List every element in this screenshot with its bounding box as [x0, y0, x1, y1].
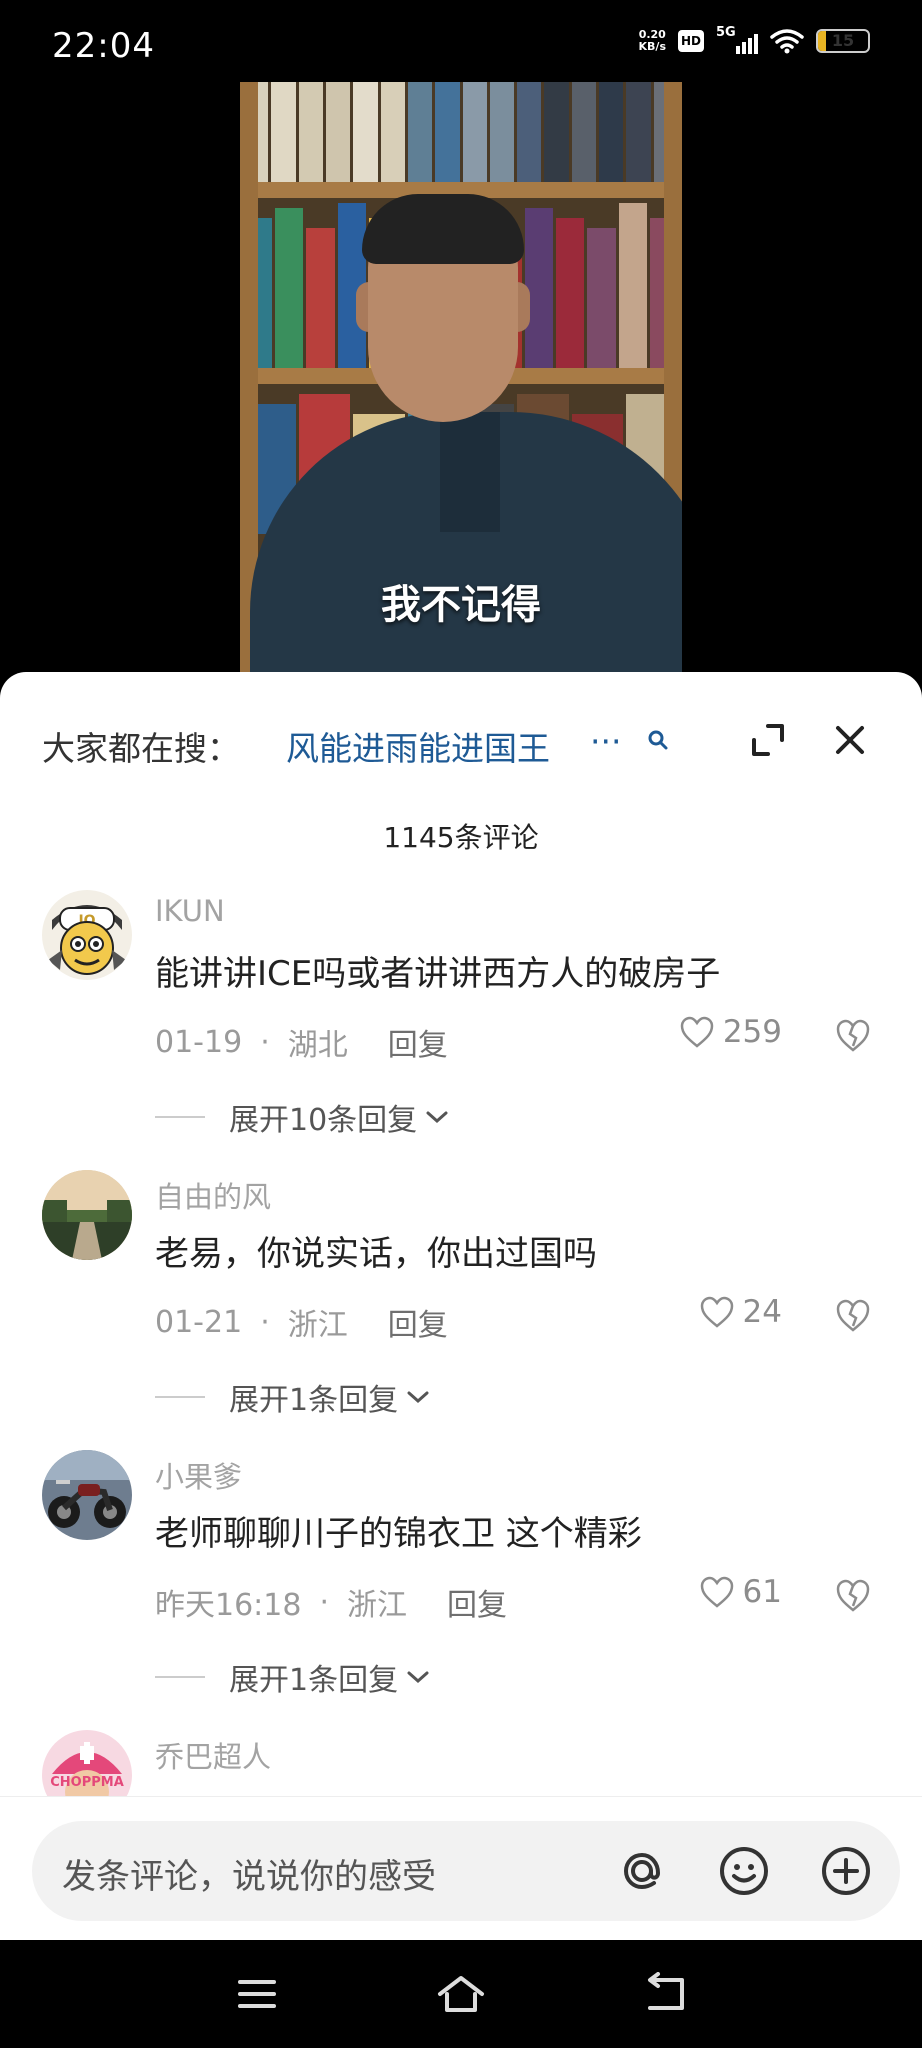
comment-location: 湖北 — [287, 1028, 348, 1063]
expand-replies-button[interactable]: 展开10条回复 — [155, 1095, 449, 1139]
comment-username[interactable]: 乔巴超人 — [155, 1734, 271, 1776]
chevron-down-icon — [426, 1111, 448, 1124]
comment-input[interactable]: 发条评论，说说你的感受 — [32, 1821, 900, 1921]
network-speed-unit: KB/s — [638, 40, 666, 53]
comment-location: 浙江 — [287, 1308, 348, 1343]
divider — [155, 1676, 205, 1678]
system-nav-bar — [0, 1940, 922, 2048]
plus-icon[interactable] — [818, 1843, 874, 1899]
video-player[interactable]: 我不记得 — [0, 82, 922, 692]
comment-date: 01-19 — [155, 1024, 243, 1060]
comment-text: 老易，你说实话，你出过国吗 — [155, 1234, 597, 1274]
comment-item: JO IKUN 能讲讲ICE吗或者讲讲西方人的破房子 01-19 · 湖北 回复 — [0, 890, 922, 1170]
dislike-icon[interactable] — [834, 1016, 872, 1054]
avatar-text: CHOPPMA — [50, 1775, 124, 1790]
expand-replies-label: 展开10条回复 — [229, 1103, 418, 1138]
reply-button[interactable]: 回复 — [447, 1580, 507, 1624]
user-avatar[interactable]: CHOPPMA — [42, 1730, 132, 1800]
comment-date: 昨天16:18 — [155, 1588, 302, 1623]
meta-separator: · — [319, 1584, 330, 1620]
comment-item: 自由的风 老易，你说实话，你出过国吗 01-21 · 浙江 回复 24 展开1条… — [0, 1170, 922, 1450]
comment-username[interactable]: IKUN — [155, 894, 225, 928]
meta-separator: · — [260, 1304, 270, 1340]
comment-date: 01-21 — [155, 1304, 243, 1340]
wifi-icon — [770, 29, 804, 54]
emoji-icon[interactable] — [716, 1843, 772, 1899]
status-time: 22:04 — [52, 26, 155, 66]
comment-text: 老师聊聊川子的锦衣卫 这个精彩 — [155, 1514, 642, 1554]
chopper-avatar-icon: CHOPPMA — [42, 1730, 132, 1800]
back-icon[interactable] — [640, 1972, 690, 2016]
comment-text: 能讲讲ICE吗或者讲讲西方人的破房子 — [155, 954, 721, 994]
person-hair — [362, 194, 524, 264]
video-subtitle: 我不记得 — [381, 582, 541, 628]
meta-separator: · — [260, 1024, 270, 1060]
heart-icon — [700, 1296, 733, 1328]
trending-search-ellipsis[interactable]: ··· — [590, 722, 621, 761]
chevron-down-icon — [407, 1391, 429, 1404]
comment-location: 浙江 — [347, 1588, 408, 1623]
comment-username[interactable]: 小果爹 — [155, 1454, 242, 1496]
like-button[interactable]: 259 — [679, 1014, 782, 1050]
comment-meta: 昨天16:18 · 浙江 回复 — [155, 1580, 507, 1624]
comment-item: CHOPPMA 乔巴超人 — [0, 1730, 922, 1800]
search-icon[interactable] — [646, 728, 670, 752]
comment-username[interactable]: 自由的风 — [155, 1174, 271, 1216]
chevron-down-icon — [407, 1671, 429, 1684]
expand-replies-label: 展开1条回复 — [229, 1663, 399, 1698]
person-collar — [440, 412, 500, 532]
close-icon[interactable] — [830, 720, 870, 760]
network-speed: 0.20 KB/s — [639, 29, 666, 53]
network-type: 5G — [716, 25, 736, 40]
status-bar: 22:04 0.20 KB/s HD 5G 15 — [0, 0, 922, 82]
reply-button[interactable]: 回复 — [388, 1300, 448, 1344]
dislike-icon[interactable] — [834, 1296, 872, 1334]
like-button[interactable]: 61 — [699, 1574, 782, 1610]
expand-replies-button[interactable]: 展开1条回复 — [155, 1375, 430, 1419]
dislike-icon[interactable] — [834, 1576, 872, 1614]
battery-icon: 15 — [816, 29, 870, 53]
motorcycle-avatar-icon — [42, 1450, 132, 1540]
like-count: 61 — [742, 1574, 782, 1610]
like-count: 259 — [722, 1014, 782, 1050]
home-icon[interactable] — [436, 1972, 486, 2016]
bookshelf-books-top — [240, 82, 682, 182]
divider — [155, 1396, 205, 1398]
comment-meta: 01-21 · 浙江 回复 — [155, 1300, 448, 1344]
like-count: 24 — [742, 1294, 782, 1330]
sunset-river-avatar-icon — [42, 1170, 132, 1260]
user-avatar[interactable]: JO — [42, 890, 132, 980]
expand-icon[interactable] — [748, 720, 788, 760]
expand-replies-button[interactable]: 展开1条回复 — [155, 1655, 430, 1699]
comment-item: 小果爹 老师聊聊川子的锦衣卫 这个精彩 昨天16:18 · 浙江 回复 61 展… — [0, 1450, 922, 1730]
heart-icon — [680, 1016, 714, 1048]
comment-count: 1145条评论 — [383, 821, 539, 854]
expand-replies-label: 展开1条回复 — [229, 1383, 399, 1418]
battery-level: 15 — [831, 31, 855, 50]
comment-input-bar: 发条评论，说说你的感受 — [0, 1796, 922, 1941]
divider — [155, 1116, 205, 1118]
comment-meta: 01-19 · 湖北 回复 — [155, 1020, 448, 1064]
comment-sheet: 大家都在搜： 风能进雨能进国王 ··· 1145条评论 JO — [0, 672, 922, 1940]
status-indicators: 0.20 KB/s HD 5G 15 — [639, 25, 870, 54]
hd-badge: HD — [678, 30, 704, 52]
cartoon-avatar-icon: JO — [42, 890, 132, 980]
reply-button[interactable]: 回复 — [388, 1020, 448, 1064]
user-avatar[interactable] — [42, 1170, 132, 1260]
at-icon[interactable] — [614, 1843, 670, 1899]
trending-search-link[interactable]: 风能进雨能进国王 — [286, 722, 550, 770]
like-button[interactable]: 24 — [699, 1294, 782, 1330]
user-avatar[interactable] — [42, 1450, 132, 1540]
trending-search-label: 大家都在搜： — [42, 729, 240, 768]
comment-input-placeholder: 发条评论，说说你的感受 — [62, 1857, 436, 1897]
signal-icon: 5G — [716, 25, 758, 54]
heart-icon — [700, 1576, 733, 1608]
menu-icon[interactable] — [232, 1972, 282, 2016]
trending-search-row: 大家都在搜： 风能进雨能进国王 ··· — [0, 712, 922, 768]
